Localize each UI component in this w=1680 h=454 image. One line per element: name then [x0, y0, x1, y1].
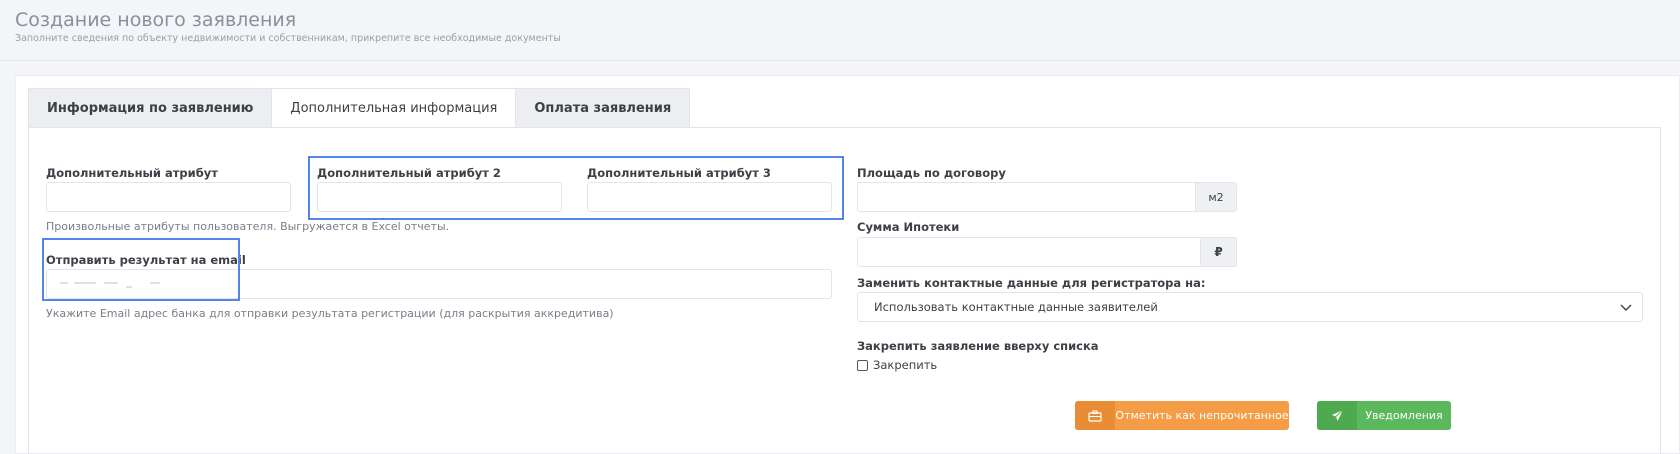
contact-select-value: Использовать контактные данные заявителе…: [874, 300, 1158, 314]
pin-checkbox-row[interactable]: Закрепить: [857, 358, 937, 372]
notifications-label: Уведомления: [1365, 409, 1443, 422]
mark-unread-button[interactable]: Отметить как непрочитанное: [1075, 401, 1289, 430]
tab-payment[interactable]: Оплата заявления: [515, 88, 691, 128]
tab-bar: Информация по заявлению Дополнительная и…: [28, 88, 691, 128]
attr1-input[interactable]: [46, 182, 291, 212]
paper-plane-icon: [1317, 401, 1357, 430]
tab-additional-info[interactable]: Дополнительная информация: [271, 88, 517, 128]
tab-application-info[interactable]: Информация по заявлению: [28, 88, 273, 128]
highlight-box-attributes: [308, 156, 844, 220]
mortgage-input[interactable]: [857, 237, 1201, 267]
area-unit-addon: м2: [1195, 182, 1237, 212]
email-help-text: Укажите Email адрес банка для отправки р…: [46, 307, 614, 320]
briefcase-icon: [1075, 401, 1115, 430]
area-input[interactable]: [857, 182, 1196, 212]
contact-select[interactable]: Использовать контактные данные заявителе…: [857, 292, 1643, 322]
page-subtitle: Заполните сведения по объекту недвижимос…: [15, 33, 561, 44]
attr1-label: Дополнительный атрибут: [46, 166, 218, 180]
pin-checkbox-label: Закрепить: [873, 358, 938, 372]
pin-label: Закрепить заявление вверху списка: [857, 339, 1099, 353]
pin-checkbox[interactable]: [857, 359, 868, 371]
mortgage-label: Сумма Ипотеки: [857, 220, 960, 234]
highlight-box-email: [42, 238, 240, 301]
mark-unread-label: Отметить как непрочитанное: [1115, 409, 1289, 422]
notifications-button[interactable]: Уведомления: [1317, 401, 1451, 430]
ruble-icon: ₽: [1200, 237, 1237, 267]
page-title: Создание нового заявления: [15, 9, 297, 31]
area-label: Площадь по договору: [857, 166, 1006, 180]
attrs-help-text: Произвольные атрибуты пользователя. Выгр…: [46, 220, 450, 233]
contact-label: Заменить контактные данные для регистрат…: [857, 276, 1206, 290]
chevron-down-icon: [1620, 304, 1632, 311]
page-header: Создание нового заявления Заполните свед…: [0, 0, 1680, 61]
